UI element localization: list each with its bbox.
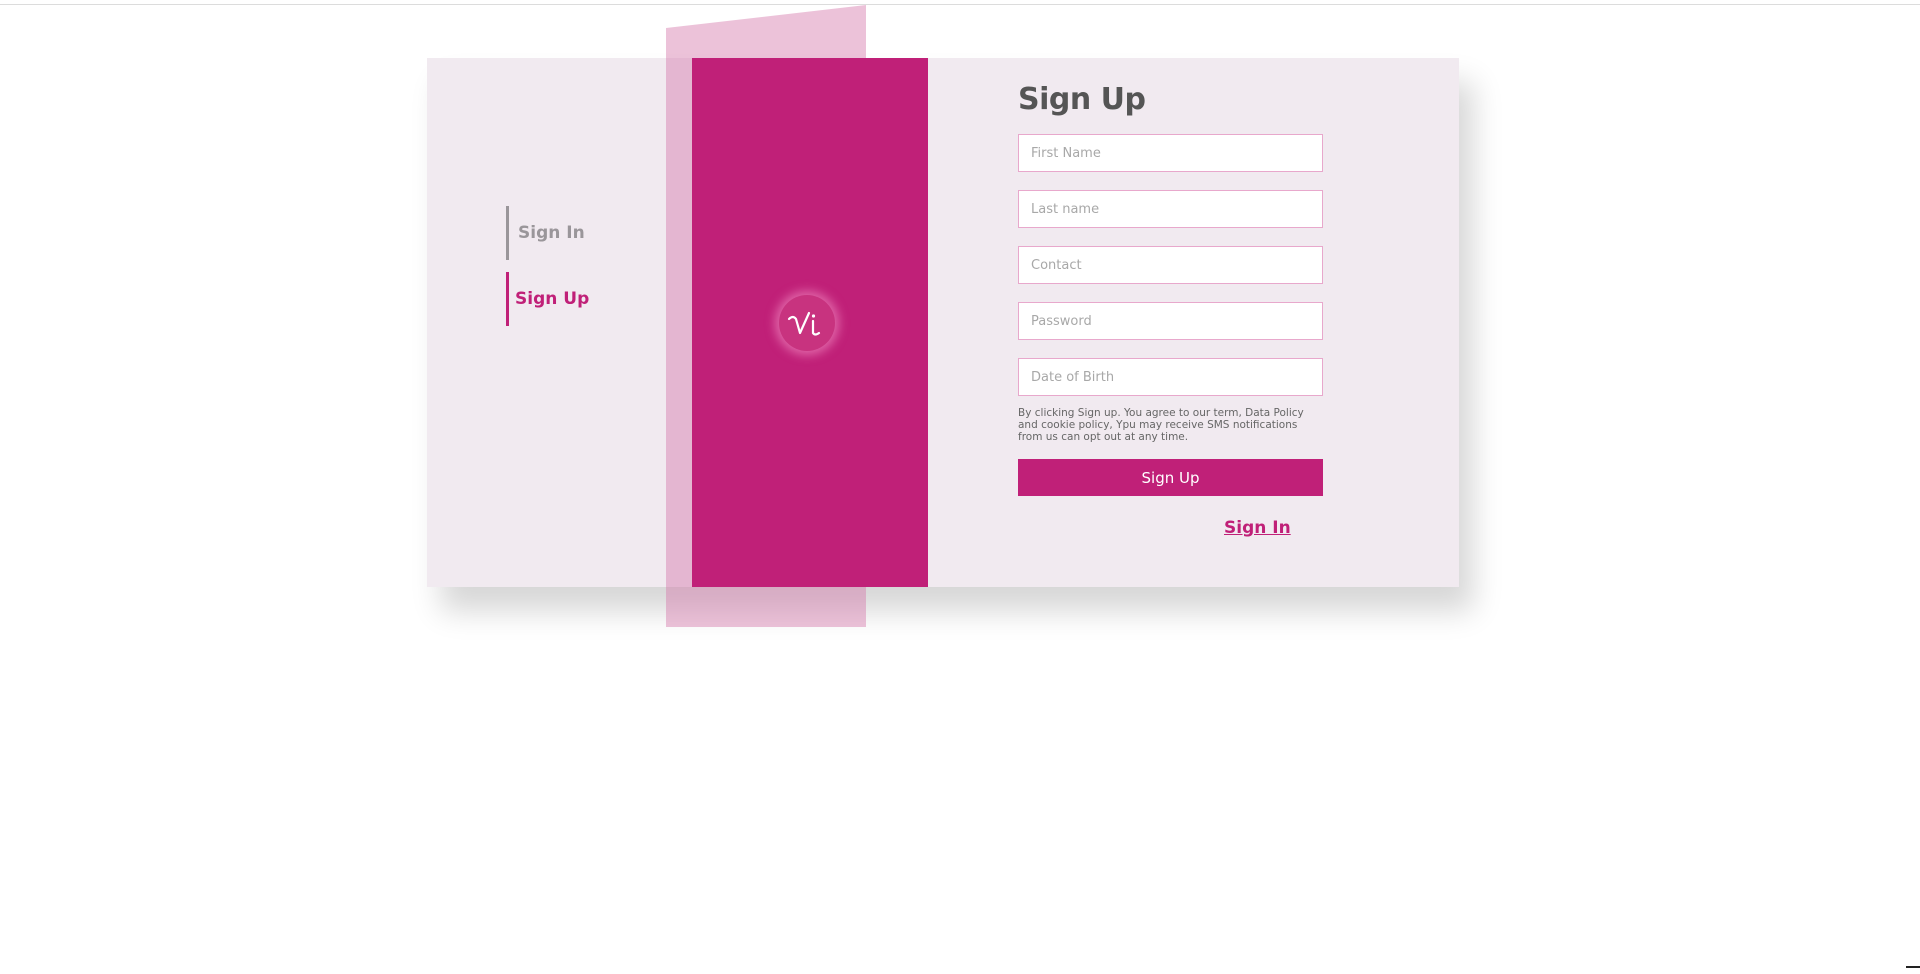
first-name-field[interactable]: [1018, 134, 1323, 172]
corner-marker: [1906, 966, 1920, 968]
last-name-field[interactable]: [1018, 190, 1323, 228]
nav-sign-in-label: Sign In: [518, 223, 585, 243]
top-divider: [0, 4, 1920, 5]
page-title: Sign Up: [1018, 82, 1146, 117]
contact-field[interactable]: [1018, 246, 1323, 284]
auth-side-nav: Sign In Sign Up: [506, 206, 589, 326]
sign-up-button[interactable]: Sign Up: [1018, 459, 1323, 496]
vi-monogram-icon: [779, 295, 835, 351]
signup-form: Sign Up By clicking Sign up. You agree t…: [1018, 80, 1323, 538]
password-field[interactable]: [1018, 302, 1323, 340]
date-of-birth-field[interactable]: [1018, 358, 1323, 396]
nav-sign-up-label: Sign Up: [515, 289, 590, 309]
nav-sign-in[interactable]: Sign In: [506, 206, 589, 260]
nav-sign-up[interactable]: Sign Up: [506, 272, 589, 326]
logo-glyph: [787, 311, 821, 336]
sign-in-link[interactable]: Sign In: [1224, 518, 1323, 538]
terms-notice: By clicking Sign up. You agree to our te…: [1018, 407, 1304, 443]
brand-panel: [692, 58, 928, 587]
